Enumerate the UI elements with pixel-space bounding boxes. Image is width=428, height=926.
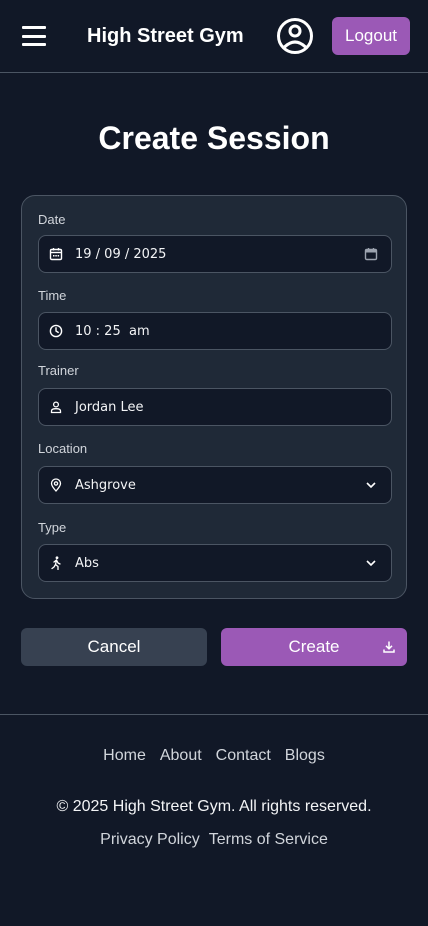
time-label: Time <box>38 288 67 303</box>
calendar-icon <box>49 248 63 261</box>
trainer-value: Jordan Lee <box>75 400 144 415</box>
create-button-label: Create <box>288 637 340 656</box>
brand-title[interactable]: High Street Gym <box>87 25 244 48</box>
copyright-text: © 2025 High Street Gym. All rights reser… <box>56 798 372 815</box>
type-value: Abs <box>75 556 99 571</box>
footer-link-home[interactable]: Home <box>103 747 146 765</box>
privacy-policy-link[interactable]: Privacy Policy <box>100 831 200 849</box>
date-value: 19 / 09 / 2025 <box>75 247 167 262</box>
footer-link-about[interactable]: About <box>160 747 202 765</box>
clock-icon <box>49 324 63 338</box>
terms-of-service-link[interactable]: Terms of Service <box>209 831 328 849</box>
page-title: Create Session <box>98 120 330 156</box>
logout-button[interactable]: Logout <box>332 17 410 55</box>
calendar-picker-icon[interactable] <box>364 247 378 261</box>
footer-link-blogs[interactable]: Blogs <box>285 747 325 765</box>
download-icon <box>383 641 395 653</box>
type-label: Type <box>38 520 67 535</box>
running-person-icon <box>51 556 61 570</box>
create-button[interactable]: Create <box>221 628 407 666</box>
date-input[interactable]: 19 / 09 / 2025 <box>38 235 392 273</box>
time-value: 10 : 25 am <box>75 324 150 339</box>
map-pin-icon <box>50 478 62 492</box>
location-label: Location <box>38 441 88 456</box>
hamburger-menu-icon[interactable] <box>22 26 46 46</box>
footer-link-contact[interactable]: Contact <box>216 747 271 765</box>
cancel-button[interactable]: Cancel <box>21 628 207 666</box>
location-value: Ashgrove <box>75 478 136 493</box>
chevron-down-icon <box>366 560 376 567</box>
user-circle-icon[interactable] <box>276 17 314 55</box>
chevron-down-icon <box>366 482 376 489</box>
time-input[interactable]: 10 : 25 am <box>38 312 392 350</box>
trainer-label: Trainer <box>38 363 79 378</box>
footer-legal-links: Privacy Policy Terms of Service <box>0 831 428 849</box>
top-nav-bar: High Street Gym Logout <box>0 0 428 73</box>
date-label: Date <box>38 212 66 227</box>
trainer-field[interactable]: Jordan Lee <box>38 388 392 426</box>
create-session-form: Date 19 / 09 / 2025 Time 10 : 25 am Trai… <box>21 195 407 599</box>
location-select[interactable]: Ashgrove <box>38 466 392 504</box>
footer-nav: Home About Contact Blogs <box>0 747 428 765</box>
person-icon <box>50 401 62 414</box>
type-select[interactable]: Abs <box>38 544 392 582</box>
footer-divider <box>0 714 428 715</box>
